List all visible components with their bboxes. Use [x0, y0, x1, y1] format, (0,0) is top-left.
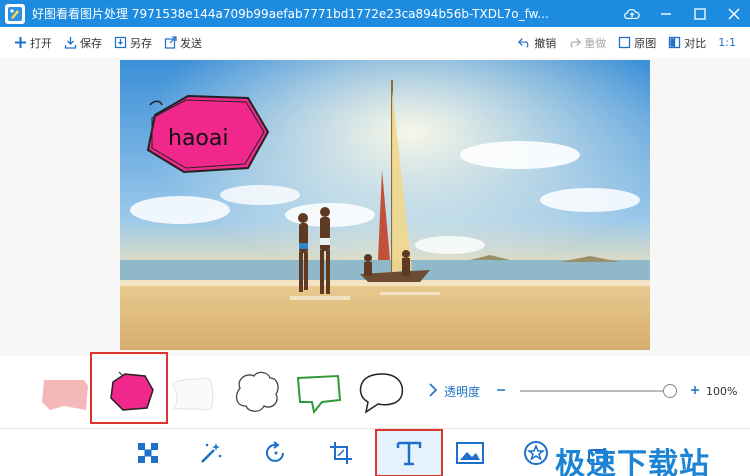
undo-icon — [518, 36, 531, 49]
bubble-style-white-ribbon[interactable] — [170, 366, 226, 418]
minimize-icon[interactable] — [658, 6, 674, 22]
plus-icon — [14, 36, 27, 49]
bubble-style-black-speech[interactable] — [354, 366, 410, 418]
redo-icon — [568, 36, 582, 49]
actual-size-label: 1:1 — [718, 36, 736, 49]
save-button[interactable]: 保存 — [64, 35, 102, 51]
magic-wand-icon[interactable] — [193, 435, 229, 471]
opacity-value: 100% — [706, 384, 738, 398]
compare-button[interactable]: 对比 — [668, 35, 706, 51]
original-button[interactable]: 原图 — [618, 35, 656, 51]
share-icon — [164, 36, 177, 49]
save-as-icon — [114, 36, 127, 49]
app-logo-icon — [5, 3, 25, 24]
actual-size-button[interactable]: 1:1 — [718, 36, 736, 49]
download-icon — [64, 36, 77, 49]
frame-icon[interactable] — [452, 435, 488, 471]
sticker-icon[interactable] — [518, 435, 554, 471]
title-bar: 好图看看图片处理 7971538e144a709b99aefab7771bd17… — [0, 0, 750, 27]
original-image-icon — [618, 36, 631, 49]
compare-label: 对比 — [684, 36, 707, 50]
main-toolbar: 打开 保存 另存 发送 撤销 重做 原图 对比 1:1 — [0, 27, 750, 58]
open-label: 打开 — [30, 36, 52, 50]
bubble-style-picker: 透明度 100% — [0, 352, 750, 428]
original-label: 原图 — [634, 36, 657, 50]
save-as-label: 另存 — [130, 36, 152, 50]
open-button[interactable]: 打开 — [14, 35, 52, 51]
bottom-toolbar: 极速下载站 — [0, 428, 750, 476]
text-icon[interactable] — [375, 429, 443, 476]
opacity-slider[interactable] — [520, 384, 678, 398]
opacity-slider-knob[interactable] — [663, 384, 678, 398]
undo-label: 撤销 — [534, 36, 557, 50]
opacity-decrease-icon[interactable] — [496, 385, 506, 398]
watermark-text: 极速下载站 — [555, 447, 710, 476]
bubble-text[interactable]: haoai — [168, 126, 228, 151]
redo-label: 重做 — [584, 36, 607, 50]
crop-icon[interactable] — [323, 435, 359, 471]
canvas-area[interactable]: haoai — [0, 58, 750, 356]
send-label: 发送 — [180, 36, 202, 50]
chevron-right-icon[interactable] — [428, 382, 438, 400]
bubble-style-magenta-pentagon[interactable] — [103, 366, 159, 418]
compare-icon — [668, 36, 681, 49]
edited-photo[interactable]: haoai — [120, 60, 650, 350]
save-as-button[interactable]: 另存 — [114, 35, 152, 51]
rotate-icon[interactable] — [258, 435, 294, 471]
save-label: 保存 — [80, 36, 102, 50]
close-icon[interactable] — [726, 6, 742, 22]
send-button[interactable]: 发送 — [164, 35, 202, 51]
opacity-label: 透明度 — [444, 384, 481, 399]
mosaic-icon[interactable] — [130, 435, 166, 471]
window-title: 好图看看图片处理 7971538e144a709b99aefab7771bd17… — [32, 7, 549, 21]
redo-button[interactable]: 重做 — [568, 35, 606, 51]
maximize-icon[interactable] — [692, 6, 708, 22]
cloud-upload-icon[interactable] — [624, 6, 640, 22]
bubble-style-pink-flag[interactable] — [40, 366, 96, 418]
opacity-control: 透明度 100% — [428, 378, 737, 404]
undo-button[interactable]: 撤销 — [518, 35, 556, 51]
bubble-style-white-cloud[interactable] — [230, 366, 286, 418]
bubble-style-green-speech[interactable] — [292, 366, 348, 418]
opacity-increase-icon[interactable] — [690, 385, 700, 398]
